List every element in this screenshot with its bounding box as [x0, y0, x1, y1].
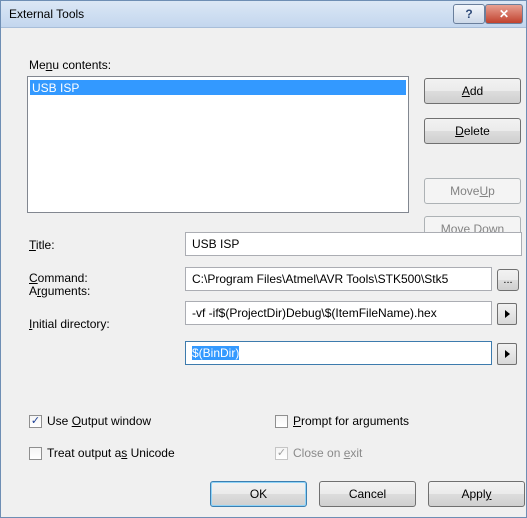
title-input[interactable]: USB ISP [185, 232, 522, 256]
list-item[interactable]: USB ISP [30, 80, 406, 95]
arrow-right-icon [504, 310, 510, 318]
close-button[interactable]: ✕ [485, 4, 523, 24]
use-output-label: Use Output window [47, 414, 152, 428]
browse-button[interactable]: ... [497, 269, 519, 291]
close-on-exit-checkbox[interactable]: ✓ [275, 447, 288, 460]
arguments-label-display: Arguments: [29, 284, 91, 298]
selected-text: $(BinDir) [192, 346, 240, 360]
arguments-input[interactable]: -vf -if$(ProjectDir)Debug\$(ItemFileName… [185, 301, 492, 325]
add-button[interactable]: Add [424, 78, 521, 104]
external-tools-dialog: External Tools ? ✕ Menu contents: USB IS… [0, 0, 527, 518]
prompt-arguments-label: Prompt for arguments [293, 414, 410, 428]
move-up-button[interactable]: Move Up [424, 178, 521, 204]
arguments-macro-button[interactable] [497, 303, 517, 325]
title-label: Title: [29, 238, 55, 252]
prompt-arguments-checkbox[interactable] [275, 415, 288, 428]
initial-directory-macro-button[interactable] [497, 343, 517, 365]
window-title: External Tools [9, 7, 85, 21]
menu-contents-label: Menu contents: [29, 58, 112, 72]
title-bar: External Tools ? ✕ [1, 1, 526, 28]
arrow-right-icon [504, 350, 510, 358]
ok-button[interactable]: OK [210, 481, 307, 507]
treat-unicode-checkbox[interactable] [29, 447, 42, 460]
initial-directory-input[interactable]: $(BinDir) [185, 341, 492, 365]
initial-directory-label: Initial directory: [29, 317, 110, 331]
menu-contents-list[interactable]: USB ISP [27, 76, 409, 213]
apply-button[interactable]: Appl y [428, 481, 525, 507]
use-output-checkbox[interactable]: ✓ [29, 415, 42, 428]
command-label: Command: [29, 271, 88, 285]
close-on-exit-label: Close on exit [293, 446, 363, 460]
delete-button[interactable]: Delete [424, 118, 521, 144]
help-button[interactable]: ? [453, 4, 485, 24]
cancel-button[interactable]: Cancel [319, 481, 416, 507]
treat-unicode-label: Treat output as Unicode [47, 446, 175, 460]
command-input[interactable]: C:\Program Files\Atmel\AVR Tools\STK500\… [185, 267, 492, 291]
